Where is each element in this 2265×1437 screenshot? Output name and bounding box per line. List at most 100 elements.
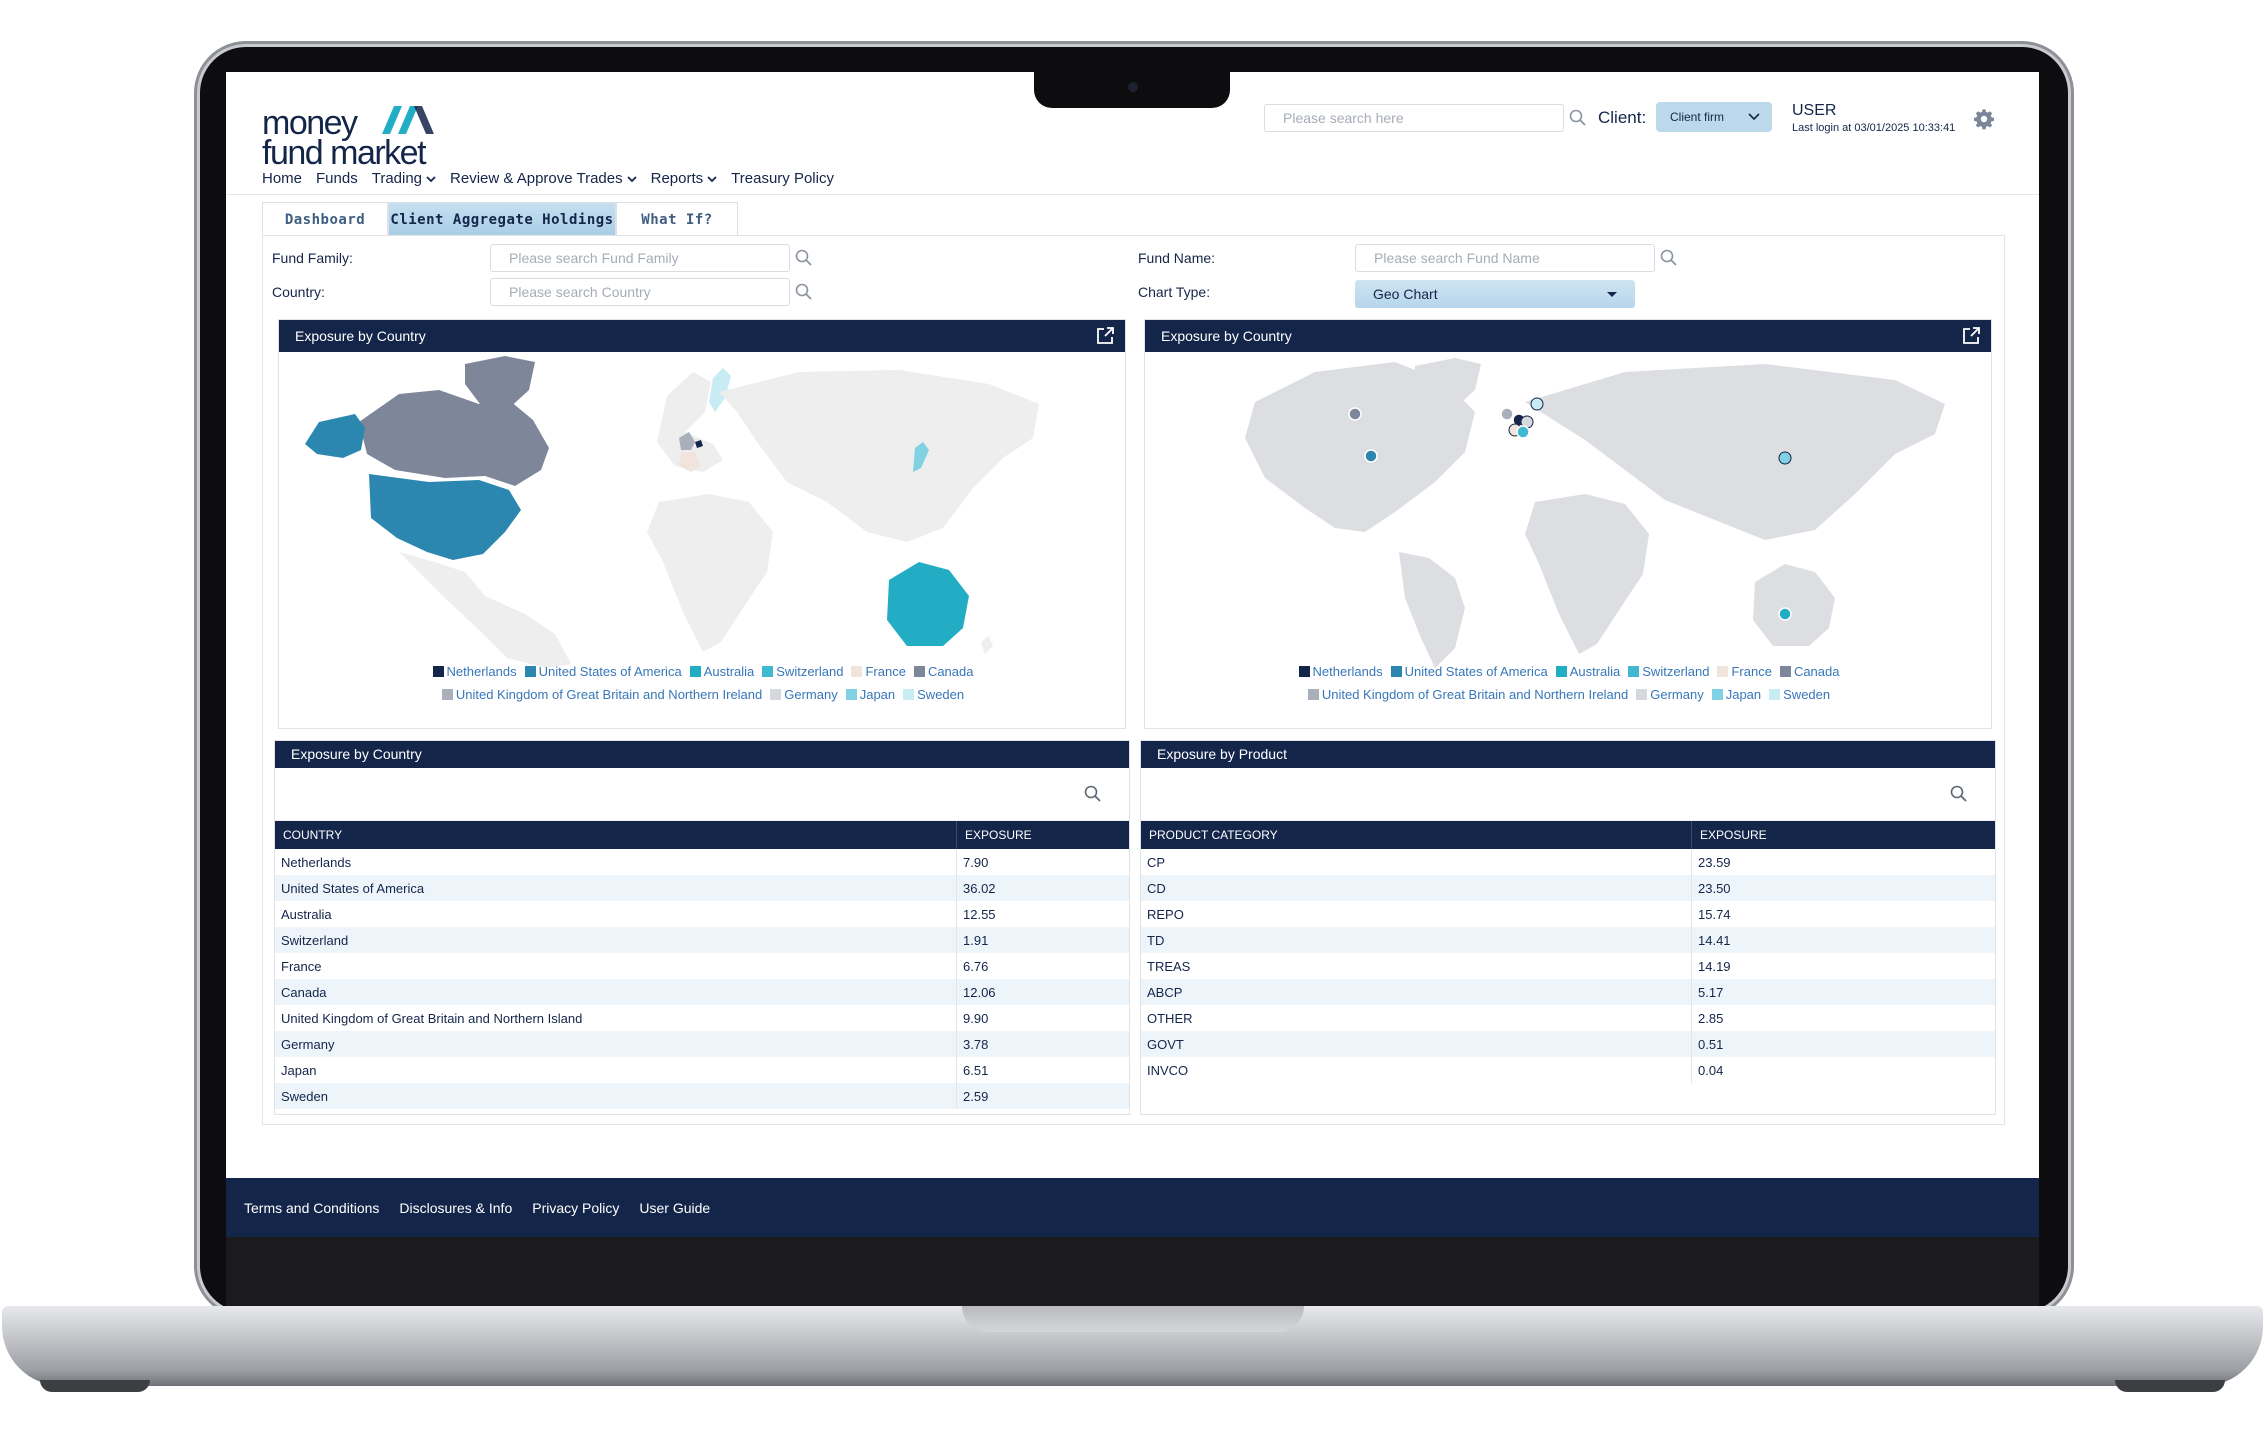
table-row[interactable]: CD 23.50 xyxy=(1141,875,1995,901)
map-land-asia xyxy=(719,370,1039,542)
nav-trading[interactable]: Trading xyxy=(372,170,436,187)
external-link-icon[interactable] xyxy=(1961,326,1981,346)
swatch xyxy=(1298,666,1310,677)
swatch xyxy=(524,666,536,677)
legend-germany[interactable]: Germany xyxy=(1636,687,1704,702)
table-row[interactable]: GOVT 0.51 xyxy=(1141,1031,1995,1057)
map-land-new-zealand xyxy=(981,636,993,654)
table-row[interactable]: OTHER 2.85 xyxy=(1141,1005,1995,1031)
legend-usa[interactable]: United States of America xyxy=(524,664,682,679)
bubble-canada xyxy=(1348,407,1362,421)
table-row[interactable]: REPO 15.74 xyxy=(1141,901,1995,927)
legend-japan[interactable]: Japan xyxy=(1711,687,1761,702)
nav-reports[interactable]: Reports xyxy=(651,170,718,187)
table-row[interactable]: TD 14.41 xyxy=(1141,927,1995,953)
legend-canada[interactable]: Canada xyxy=(1779,664,1839,679)
external-link-icon[interactable] xyxy=(1095,326,1115,346)
legend-sweden[interactable]: Sweden xyxy=(903,687,964,702)
legend-netherlands[interactable]: Netherlands xyxy=(1298,664,1383,679)
legend-switzerland[interactable]: Switzerland xyxy=(1628,664,1709,679)
legend-uk[interactable]: United Kingdom of Great Britain and Nort… xyxy=(1307,687,1628,702)
table-row[interactable]: Sweden 2.59 xyxy=(275,1083,1129,1109)
table-row[interactable]: Japan 6.51 xyxy=(275,1057,1129,1083)
caret-down-icon xyxy=(1607,292,1617,297)
fund-family-input[interactable]: Please search Fund Family xyxy=(490,244,790,272)
search-icon[interactable] xyxy=(1949,784,1969,804)
table-row[interactable]: Canada 12.06 xyxy=(275,979,1129,1005)
nav-home[interactable]: Home xyxy=(262,170,302,187)
footer-link-privacy[interactable]: Privacy Policy xyxy=(532,1200,619,1216)
nav-review-approve[interactable]: Review & Approve Trades xyxy=(450,170,637,187)
table-row[interactable]: ABCP 5.17 xyxy=(1141,979,1995,1005)
map-legend-left: Netherlands United States of America Aus… xyxy=(279,664,1127,710)
column-header-exposure[interactable]: EXPOSURE xyxy=(956,821,1129,849)
table-row[interactable]: United States of America 36.02 xyxy=(275,875,1129,901)
legend-japan[interactable]: Japan xyxy=(845,687,895,702)
table-row[interactable]: INVCO 0.04 xyxy=(1141,1057,1995,1083)
legend-label: Netherlands xyxy=(1312,664,1383,679)
tab-what-if[interactable]: What If? xyxy=(616,202,738,236)
tab-bar: Dashboard Client Aggregate Holdings What… xyxy=(262,202,738,236)
nav-treasury-policy[interactable]: Treasury Policy xyxy=(731,170,834,187)
table-cell-exposure: 7.90 xyxy=(963,854,989,870)
search-icon[interactable] xyxy=(1659,248,1679,268)
table-row[interactable]: Netherlands 7.90 xyxy=(275,849,1129,875)
geo-choropleth-map[interactable] xyxy=(279,352,1125,668)
table-row[interactable]: Germany 3.78 xyxy=(275,1031,1129,1057)
legend-switzerland[interactable]: Switzerland xyxy=(762,664,843,679)
search-icon[interactable] xyxy=(1568,108,1588,128)
gear-icon[interactable] xyxy=(1973,108,1995,130)
brand-logo[interactable]: money fund market xyxy=(262,90,462,172)
table-row[interactable]: TREAS 14.19 xyxy=(1141,953,1995,979)
legend-france[interactable]: France xyxy=(851,664,906,679)
geo-bubble-map[interactable] xyxy=(1145,352,1991,668)
table-row[interactable]: United Kingdom of Great Britain and Nort… xyxy=(275,1005,1129,1031)
fund-name-label: Fund Name: xyxy=(1138,250,1216,266)
table-row[interactable]: Australia 12.55 xyxy=(275,901,1129,927)
legend-france[interactable]: France xyxy=(1717,664,1772,679)
table-row[interactable]: France 6.76 xyxy=(275,953,1129,979)
tab-client-aggregate-holdings[interactable]: Client Aggregate Holdings xyxy=(388,202,616,236)
swatch xyxy=(689,666,701,677)
search-icon[interactable] xyxy=(794,248,814,268)
tab-dashboard[interactable]: Dashboard xyxy=(262,202,388,236)
table-row[interactable]: CP 23.59 xyxy=(1141,849,1995,875)
swatch xyxy=(441,689,453,700)
search-icon[interactable] xyxy=(1083,784,1103,804)
table-cell-exposure: 14.41 xyxy=(1691,927,1995,953)
legend-label: Switzerland xyxy=(776,664,844,679)
search-icon[interactable] xyxy=(794,282,814,302)
chevron-down-icon xyxy=(626,175,637,182)
table-cell-exposure: 9.90 xyxy=(963,1010,989,1026)
chart-type-select[interactable]: Geo Chart xyxy=(1355,280,1635,308)
global-search-input[interactable]: Please search here xyxy=(1264,104,1564,132)
legend-netherlands[interactable]: Netherlands xyxy=(432,664,517,679)
legend-uk[interactable]: United Kingdom of Great Britain and Nort… xyxy=(441,687,762,702)
swatch xyxy=(1555,666,1567,677)
column-header-country[interactable]: COUNTRY xyxy=(275,821,957,849)
country-exposure-card: Exposure by Country COUNTRY EXPOSURE Net… xyxy=(274,740,1130,1115)
legend-canada[interactable]: Canada xyxy=(913,664,973,679)
bubble-sweden xyxy=(1530,397,1544,411)
footer-link-disclosures[interactable]: Disclosures & Info xyxy=(399,1200,512,1216)
legend-australia[interactable]: Australia xyxy=(689,664,754,679)
legend-label: France xyxy=(1731,664,1772,679)
footer-link-terms[interactable]: Terms and Conditions xyxy=(244,1200,379,1216)
legend-germany[interactable]: Germany xyxy=(770,687,838,702)
map-land-alaska xyxy=(305,414,365,458)
footer-link-user-guide[interactable]: User Guide xyxy=(639,1200,710,1216)
map-land-usa xyxy=(369,474,521,560)
laptop-opening-notch xyxy=(962,1306,1304,1332)
client-select[interactable]: Client firm xyxy=(1656,102,1772,132)
logo-word-fund-market: fund market xyxy=(262,134,427,172)
table-row[interactable]: Switzerland 1.91 xyxy=(275,927,1129,953)
fund-name-input[interactable]: Please search Fund Name xyxy=(1355,244,1655,272)
country-input[interactable]: Please search Country xyxy=(490,278,790,306)
map-land-australia xyxy=(1753,564,1835,646)
legend-sweden[interactable]: Sweden xyxy=(1769,687,1830,702)
column-header-product-category[interactable]: PRODUCT CATEGORY xyxy=(1141,821,1692,849)
nav-funds[interactable]: Funds xyxy=(316,170,358,187)
legend-usa[interactable]: United States of America xyxy=(1390,664,1548,679)
legend-australia[interactable]: Australia xyxy=(1555,664,1620,679)
column-header-exposure[interactable]: EXPOSURE xyxy=(1691,821,1995,849)
